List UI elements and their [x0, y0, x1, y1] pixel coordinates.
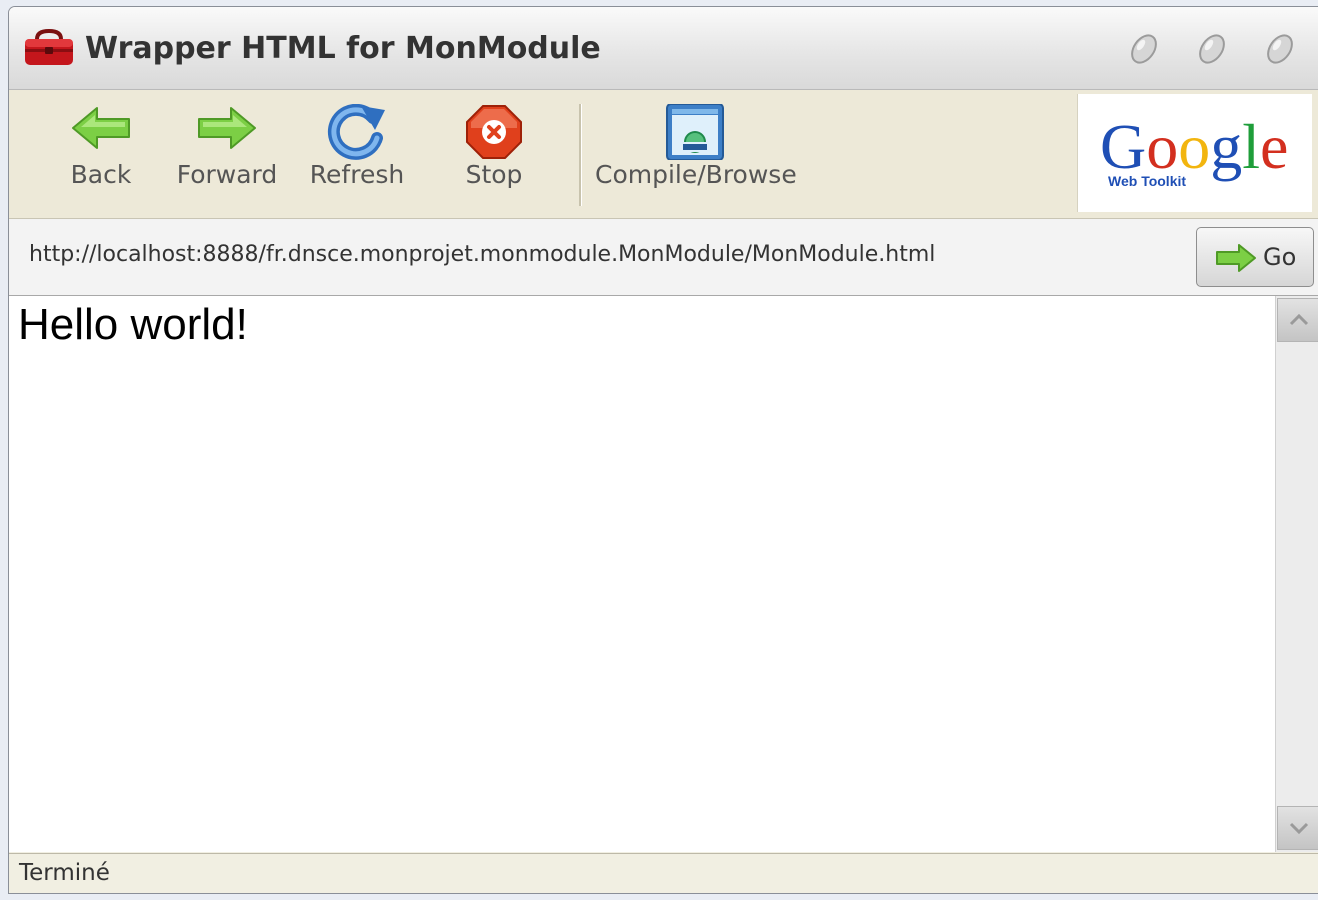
- refresh-label: Refresh: [309, 160, 405, 189]
- chevron-down-icon: [1289, 822, 1309, 835]
- minimize-button[interactable]: [1127, 34, 1161, 64]
- title-bar: Wrapper HTML for MonModule: [9, 7, 1318, 90]
- google-web-toolkit-logo: Google Web Toolkit: [1100, 111, 1288, 189]
- hello-text: Hello world!: [18, 300, 248, 349]
- forward-button[interactable]: Forward: [175, 104, 279, 204]
- compile-browse-icon: [666, 104, 724, 160]
- refresh-icon: [327, 104, 385, 160]
- back-arrow-icon: [72, 107, 130, 149]
- back-label: Back: [70, 160, 132, 189]
- chevron-up-icon: [1289, 313, 1309, 326]
- address-bar: Go: [9, 219, 1318, 296]
- forward-label: Forward: [176, 160, 278, 189]
- stop-label: Stop: [465, 160, 523, 189]
- toolbar: Back Forward Refresh Stop Compile/Browse…: [9, 90, 1318, 219]
- scroll-down-button[interactable]: [1277, 806, 1318, 850]
- forward-arrow-icon: [198, 107, 256, 149]
- scroll-up-button[interactable]: [1277, 298, 1318, 342]
- toolbox-icon: [25, 28, 73, 65]
- browser-window: Wrapper HTML for MonModule Back Forward …: [8, 6, 1318, 894]
- refresh-button[interactable]: Refresh: [307, 104, 407, 204]
- logo-subtitle: Web Toolkit: [1108, 173, 1186, 189]
- status-text: Terminé: [19, 860, 110, 886]
- svg-text:Google: Google: [1100, 111, 1288, 182]
- compile-browse-label: Compile/Browse: [595, 160, 797, 189]
- close-button[interactable]: [1263, 34, 1297, 64]
- gwt-logo: Google Web Toolkit: [1077, 94, 1312, 212]
- go-button[interactable]: Go: [1196, 227, 1314, 287]
- page-content: Hello world!: [9, 296, 1275, 852]
- status-bar: Terminé: [9, 853, 1318, 893]
- go-label: Go: [1263, 243, 1297, 271]
- url-input[interactable]: [19, 231, 1179, 277]
- vertical-scrollbar[interactable]: [1275, 296, 1318, 852]
- compile-browse-button[interactable]: Compile/Browse: [595, 104, 797, 204]
- go-arrow-icon: [1216, 244, 1256, 272]
- window-title: Wrapper HTML for MonModule: [85, 31, 601, 66]
- maximize-button[interactable]: [1195, 34, 1229, 64]
- stop-button[interactable]: Stop: [449, 104, 539, 204]
- back-button[interactable]: Back: [61, 104, 141, 204]
- toolbar-separator: [579, 104, 582, 206]
- stop-icon: [466, 105, 522, 159]
